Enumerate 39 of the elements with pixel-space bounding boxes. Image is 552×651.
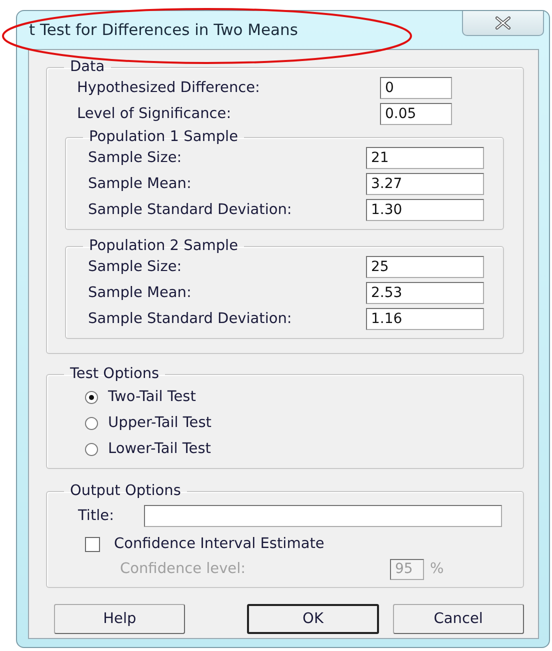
dialog-button[interactable]: Help bbox=[54, 604, 186, 634]
close-button[interactable] bbox=[462, 11, 544, 36]
field-label: Sample Standard Deviation: bbox=[88, 202, 293, 218]
checkbox-label[interactable]: Confidence Interval Estimate bbox=[114, 536, 324, 552]
field-label: Confidence level: bbox=[120, 561, 247, 577]
section-title: Population 1 Sample bbox=[88, 129, 239, 145]
field-label: Sample Mean: bbox=[88, 285, 192, 301]
radio-label[interactable]: Lower-Tail Test bbox=[108, 441, 211, 457]
input-field[interactable]: 0 bbox=[380, 77, 452, 99]
radio-button[interactable] bbox=[85, 416, 98, 430]
input-field[interactable]: 0.05 bbox=[380, 103, 452, 125]
field-label: Sample Size: bbox=[88, 150, 183, 166]
radio-button[interactable] bbox=[85, 442, 98, 456]
field-label: Hypothesized Difference: bbox=[77, 80, 261, 96]
radio-button[interactable] bbox=[85, 390, 98, 404]
field-label: Level of Significance: bbox=[77, 106, 232, 122]
field-label: Sample Size: bbox=[88, 259, 183, 275]
input-field[interactable]: 1.30 bbox=[366, 199, 484, 221]
section-title: Test Options bbox=[69, 366, 160, 382]
field-label: Sample Standard Deviation: bbox=[88, 311, 293, 327]
input-field[interactable] bbox=[144, 505, 502, 527]
checkbox[interactable] bbox=[85, 536, 100, 552]
input-field[interactable]: 25 bbox=[366, 256, 484, 278]
radio-label[interactable]: Upper-Tail Test bbox=[108, 415, 212, 431]
input-field[interactable]: 21 bbox=[366, 147, 484, 169]
field-label: Title: bbox=[78, 508, 114, 524]
section-title: Output Options bbox=[69, 483, 182, 499]
section-title: Population 2 Sample bbox=[88, 238, 239, 254]
close-icon bbox=[494, 16, 512, 30]
dialog-button[interactable]: Cancel bbox=[392, 604, 524, 634]
input-field[interactable]: 2.53 bbox=[366, 282, 484, 304]
input-field[interactable]: 3.27 bbox=[366, 173, 484, 195]
input-field[interactable]: 1.16 bbox=[366, 308, 484, 330]
window-title: t Test for Differences in Two Means bbox=[29, 21, 298, 39]
unit-label: % bbox=[430, 561, 444, 577]
field-label: Sample Mean: bbox=[88, 176, 192, 192]
radio-label[interactable]: Two-Tail Test bbox=[108, 389, 196, 405]
dialog-button[interactable]: OK bbox=[247, 604, 379, 634]
section-title: Data bbox=[69, 59, 106, 75]
